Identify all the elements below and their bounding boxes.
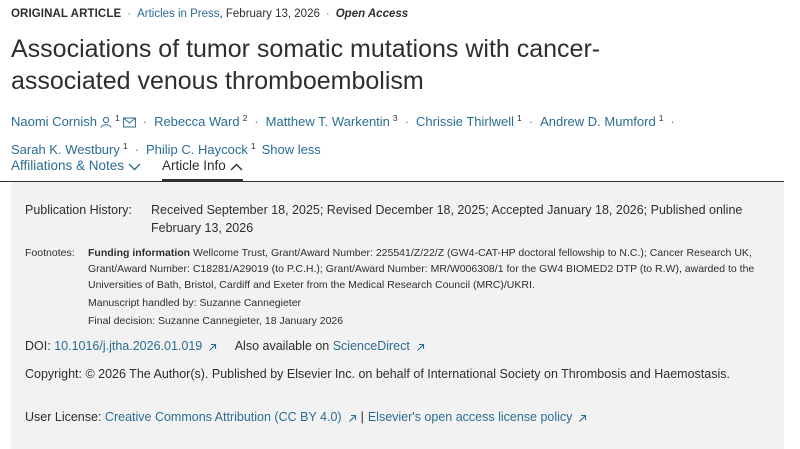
author-name[interactable]: Matthew T. Warkentin [266, 114, 390, 129]
author-list: Naomi Cornish 1 · Rebecca Ward 2 · Matthew T. … [11, 107, 791, 161]
affiliation-number: 1 [122, 141, 128, 151]
tab-article-info[interactable]: Article Info [162, 158, 243, 182]
tab-label: Affiliations & Notes [11, 158, 125, 173]
person-icon[interactable] [100, 112, 112, 135]
author-name[interactable]: Andrew D. Mumford [540, 114, 656, 129]
affiliation-number: 1 [658, 113, 664, 123]
funding-heading: Funding information [88, 247, 191, 259]
author-separator: · [142, 114, 148, 129]
sciencedirect-link[interactable]: ScienceDirect [333, 339, 425, 353]
user-license-label: User License: [25, 410, 102, 424]
meta-separator: · [127, 8, 132, 20]
chevron-down-icon [128, 163, 141, 171]
author-item: Andrew D. Mumford 1 [540, 113, 664, 129]
external-link-icon [579, 414, 587, 422]
author-item: Philip C. Haycock 1 [146, 141, 256, 157]
cc-by-license-link[interactable]: Creative Commons Attribution (CC BY 4.0) [105, 410, 357, 424]
doi-row: DOI: 10.1016/j.jtha.2026.01.019 Also ava… [25, 337, 425, 355]
chevron-up-icon [230, 163, 243, 171]
author-separator: · [254, 114, 259, 129]
article-title: Associations of tumor somatic mutations … [11, 35, 601, 95]
user-license-row: User License: Creative Commons Attributi… [25, 408, 587, 426]
author-name[interactable]: Sarah K. Westbury [11, 142, 120, 157]
author-name[interactable]: Rebecca Ward [154, 114, 240, 129]
tab-label: Article Info [162, 158, 226, 173]
author-item: Rebecca Ward 2 [154, 113, 248, 129]
final-decision: Final decision: Suzanne Cannegieter, 18 … [88, 315, 344, 327]
external-link-icon [416, 343, 424, 351]
author-separator: · [670, 114, 675, 129]
article-info-panel: Publication History: Received September … [11, 182, 784, 449]
external-link-icon [209, 343, 217, 351]
doi-value: 10.1016/j.jtha.2026.01.019 [54, 339, 203, 353]
open-access-label: Open Access [335, 8, 409, 20]
affiliation-number: 2 [242, 113, 248, 123]
author-item: Sarah K. Westbury 1 [11, 141, 128, 157]
author-item: Chrissie Thirlwell 1 [416, 113, 522, 129]
license-link-label: Creative Commons Attribution (CC BY 4.0) [104, 410, 342, 424]
sciencedirect-label: ScienceDirect [332, 339, 410, 353]
show-less-button[interactable]: Show less [262, 142, 321, 157]
external-link-icon [348, 414, 356, 422]
doi-link[interactable]: 10.1016/j.jtha.2026.01.019 [54, 339, 217, 353]
author-separator: · [528, 114, 534, 129]
copyright: Copyright: © 2026 The Author(s). Publish… [25, 367, 730, 381]
article-tabs: Affiliations & Notes Article Info [0, 156, 784, 182]
author-name[interactable]: Naomi Cornish [11, 114, 97, 129]
license-separator: | [360, 410, 364, 424]
open-access-policy-link[interactable]: Elsevier's open access license policy [368, 410, 588, 424]
author-name[interactable]: Chrissie Thirlwell [416, 114, 514, 129]
funding-information: Funding information Wellcome Trust, Gran… [88, 245, 768, 293]
author-separator: · [404, 114, 409, 129]
article-meta: ORIGINAL ARTICLE · Articles in Press, Febr… [11, 8, 408, 20]
affiliation-number: 1 [517, 113, 522, 123]
tab-affiliations-notes[interactable]: Affiliations & Notes [11, 158, 141, 173]
author-separator: · [134, 142, 139, 157]
author-item: Matthew T. Warkentin 3 [266, 113, 398, 129]
footnotes-value: Funding information Wellcome Trust, Gran… [88, 245, 768, 331]
articles-in-press-link[interactable]: Articles in Press [137, 8, 219, 20]
policy-link-label: Elsevier's open access license policy [367, 410, 573, 424]
article-type: ORIGINAL ARTICLE [11, 8, 122, 20]
affiliation-number: 1 [114, 113, 120, 123]
affiliation-number: 1 [250, 141, 256, 151]
also-available-label: Also available on [234, 339, 330, 353]
article-date: February 13, 2026 [225, 8, 320, 20]
publication-history-label: Publication History: [25, 203, 132, 217]
footnotes-label: Footnotes: [25, 247, 75, 259]
author-item: Naomi Cornish 1 [11, 113, 136, 129]
mail-icon[interactable] [122, 112, 136, 135]
manuscript-handled-by: Manuscript handled by: Suzanne Cannegiet… [88, 297, 302, 309]
meta-separator: · [325, 8, 330, 20]
publication-history-value: Received September 18, 2025; Revised Dec… [151, 203, 743, 235]
affiliation-number: 3 [392, 113, 398, 123]
doi-label: DOI: [25, 339, 51, 353]
author-name[interactable]: Philip C. Haycock [146, 142, 248, 157]
